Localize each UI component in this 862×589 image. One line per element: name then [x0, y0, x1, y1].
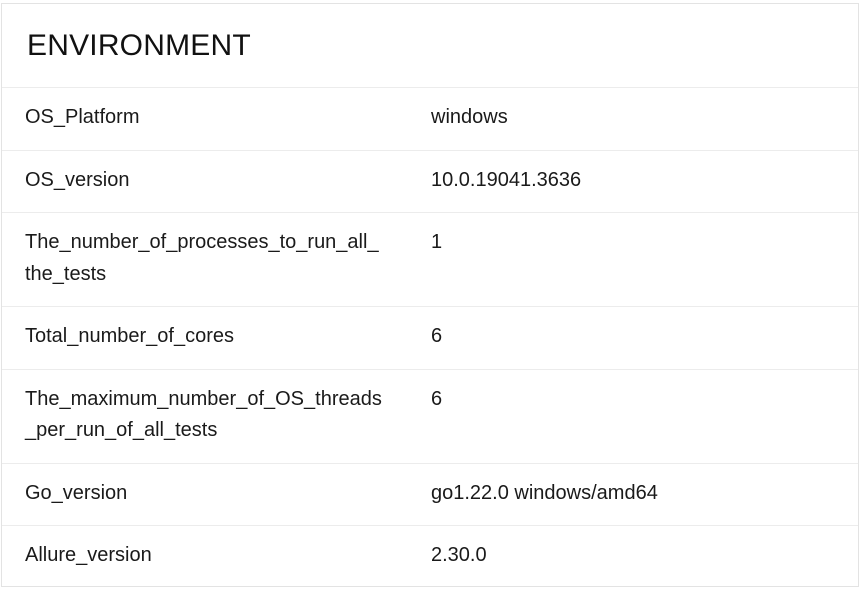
environment-widget: ENVIRONMENT OS_Platform windows OS_versi…	[1, 3, 859, 587]
widget-title: ENVIRONMENT	[27, 29, 251, 62]
env-value: go1.22.0 windows/amd64	[431, 481, 658, 504]
table-row: Allure_version 2.30.0	[2, 526, 858, 588]
env-value: 1	[431, 231, 443, 253]
table-row: OS_Platform windows	[2, 88, 858, 150]
env-value: 6	[431, 387, 443, 410]
table-row: Total_number_of_cores 6	[2, 307, 858, 369]
env-key: OS_version	[25, 168, 130, 191]
table-row: Go_version go1.22.0 windows/amd64	[2, 463, 858, 526]
env-value: 10.0.19041.3636	[431, 168, 582, 191]
env-value: 6	[431, 325, 443, 347]
table-row: The_number_of_processes_to_run_all_the_t…	[2, 213, 858, 307]
env-key: The_number_of_processes_to_run_all_the_t…	[25, 231, 379, 285]
widget-header: ENVIRONMENT	[2, 4, 858, 88]
env-key: Total_number_of_cores	[25, 325, 235, 347]
env-key: Allure_version	[25, 544, 152, 566]
env-value: windows	[431, 106, 508, 128]
env-value: 2.30.0	[431, 544, 487, 566]
table-row: The_maximum_number_of_OS_threads_per_run…	[2, 369, 858, 463]
environment-table: OS_Platform windows OS_version 10.0.1904…	[2, 88, 858, 588]
env-key: Go_version	[25, 481, 128, 504]
env-key: The_maximum_number_of_OS_threads_per_run…	[25, 387, 382, 442]
table-row: OS_version 10.0.19041.3636	[2, 150, 858, 213]
env-key: OS_Platform	[25, 106, 140, 128]
